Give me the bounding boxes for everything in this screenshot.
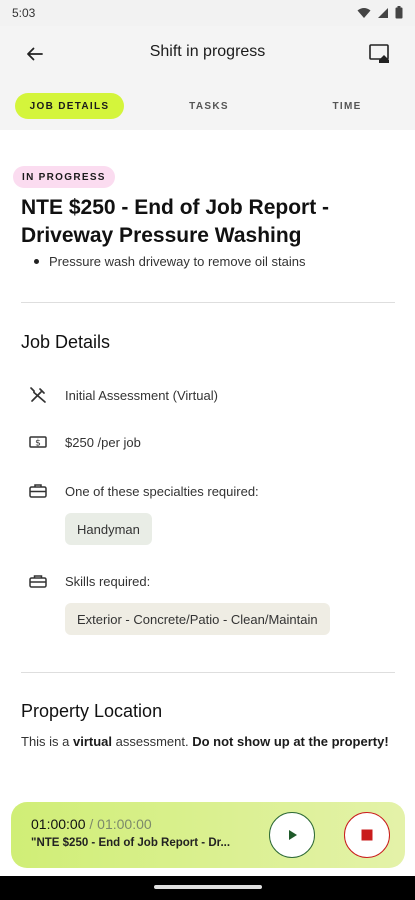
list-item: Pressure wash driveway to remove oil sta…: [34, 254, 306, 269]
dollar-bill-icon: $: [28, 432, 48, 452]
stop-button[interactable]: [344, 812, 390, 858]
job-description: Pressure wash driveway to remove oil sta…: [49, 254, 306, 269]
wifi-icon: [357, 7, 371, 18]
home-gesture-handle[interactable]: [154, 885, 262, 889]
job-title: NTE $250 - End of Job Report - Driveway …: [21, 196, 330, 247]
skills-row: Skills required:: [28, 571, 150, 591]
toolbox-icon: [28, 571, 48, 591]
timer-total: 01:00:00: [97, 816, 152, 832]
tab-time[interactable]: TIME: [312, 93, 382, 119]
play-button[interactable]: [269, 812, 315, 858]
job-details-heading: Job Details: [21, 332, 111, 352]
status-time: 5:03: [12, 6, 36, 20]
status-badge: IN PROGRESS: [13, 166, 115, 188]
timer-job-label: "NTE $250 - End of Job Report - Dr...: [31, 837, 231, 849]
assessment-type: Initial Assessment (Virtual): [65, 387, 218, 403]
job-details-content[interactable]: IN PROGRESS NTE $250 - End of Job Report…: [0, 130, 415, 798]
signal-icon: [378, 7, 388, 18]
specialty-chip: Handyman: [65, 513, 152, 545]
briefcase-icon: [28, 481, 48, 501]
rate-row: $ $250 /per job: [28, 432, 141, 452]
battery-icon: [395, 6, 403, 19]
play-icon: [289, 830, 297, 840]
shift-timer-bar[interactable]: 01:00:00 / 01:00:00 "NTE $250 - End of J…: [11, 802, 405, 868]
tab-job-details[interactable]: JOB DETAILS: [15, 93, 124, 119]
home-screen-icon: [369, 44, 389, 63]
stop-icon: [361, 829, 373, 841]
skills-label: Skills required:: [65, 573, 151, 589]
rate-value: $250 /per job: [65, 434, 141, 450]
property-location-heading: Property Location: [21, 701, 163, 721]
tab-tasks[interactable]: TASKS: [170, 93, 248, 119]
bullet-icon: [34, 259, 39, 264]
property-location-note: This is a virtual assessment. Do not sho…: [21, 732, 391, 752]
specialties-label: One of these specialties required:: [65, 483, 259, 499]
specialties-row: One of these specialties required:: [28, 481, 259, 501]
status-bar: 5:03: [0, 0, 415, 26]
home-shortcut-button[interactable]: [367, 40, 393, 66]
location-text-part: assessment.: [112, 734, 193, 749]
tools-icon: [28, 385, 48, 405]
timer-elapsed: 01:00:00: [31, 816, 86, 832]
app-bar: Shift in progress: [0, 26, 415, 80]
page-title: Shift in progress: [149, 43, 266, 60]
location-text-part: This is a: [21, 734, 74, 749]
system-navigation-bar: [0, 876, 415, 900]
location-text-bold: virtual: [73, 734, 113, 749]
timer-readout: 01:00:00 / 01:00:00: [31, 816, 152, 832]
svg-text:$: $: [35, 439, 41, 449]
divider: [21, 672, 395, 673]
divider: [21, 302, 395, 303]
status-icons: [357, 6, 403, 19]
tab-bar: JOB DETAILS TASKS TIME: [0, 80, 415, 130]
location-warning: Do not show up at the property!: [192, 734, 389, 749]
skill-chip: Exterior - Concrete/Patio - Clean/Mainta…: [65, 603, 330, 635]
assessment-row: Initial Assessment (Virtual): [28, 385, 218, 405]
timer-separator: /: [85, 816, 98, 832]
